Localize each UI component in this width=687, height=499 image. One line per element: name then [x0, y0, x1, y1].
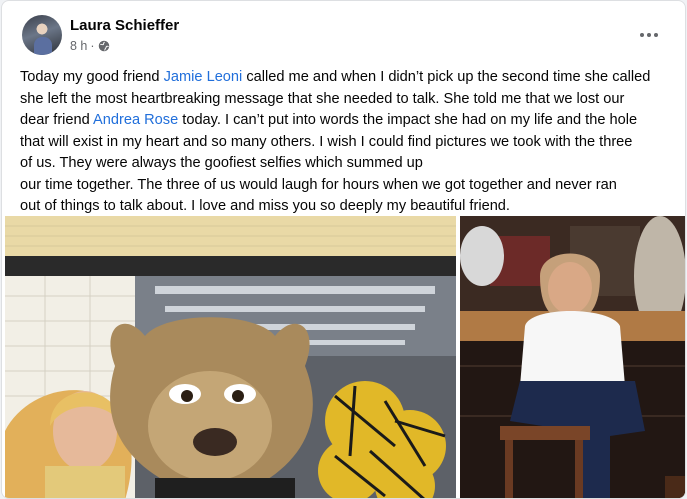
photo-bar[interactable] — [460, 216, 685, 498]
avatar[interactable] — [22, 15, 62, 55]
timestamp[interactable]: 8 h — [70, 39, 87, 53]
post-text-line: dear friend Andrea Rose today. I can’t p… — [20, 110, 680, 132]
post-meta: 8 h · — [70, 39, 110, 53]
text-segment: Today my good friend — [20, 69, 164, 85]
globe-icon[interactable] — [98, 40, 110, 52]
more-options-button[interactable] — [633, 19, 665, 51]
mention-link[interactable]: Jamie Leoni — [164, 69, 243, 85]
photo-bar-illustration — [460, 216, 685, 498]
photo-mascot-illustration — [5, 216, 456, 498]
post-text-line: Today my good friend Jamie Leoni called … — [20, 67, 680, 89]
more-options-icon — [647, 33, 651, 37]
photo-mascot[interactable] — [5, 216, 456, 498]
text-segment: today. I can’t put into words the impact… — [178, 112, 638, 128]
post-text-line: our time together. The three of us would… — [20, 176, 617, 193]
more-options-icon — [654, 33, 658, 37]
text-segment: dear friend — [20, 112, 94, 128]
post-text-line: she left the most heartbreaking message … — [20, 90, 625, 107]
photo-grid — [2, 216, 685, 498]
post-text-line: that will exist in my heart and so many … — [20, 133, 633, 150]
text-segment: called me and when I didn’t pick up the … — [242, 69, 651, 85]
author-name[interactable]: Laura Schieffer — [70, 17, 179, 34]
avatar-figure — [34, 37, 52, 55]
post-text-line: of us. They were always the goofiest sel… — [20, 155, 423, 171]
mention-link[interactable]: Andrea Rose — [93, 112, 178, 128]
post-text-line: out of things to talk about. I love and … — [20, 198, 510, 214]
post-header: Laura Schieffer 8 h · — [18, 13, 673, 57]
more-options-icon — [640, 33, 644, 37]
post-card: Laura Schieffer 8 h · Today my good frie… — [1, 0, 686, 499]
meta-separator: · — [90, 39, 95, 53]
post-text: Today my good friend Jamie Leoni called … — [20, 67, 680, 218]
